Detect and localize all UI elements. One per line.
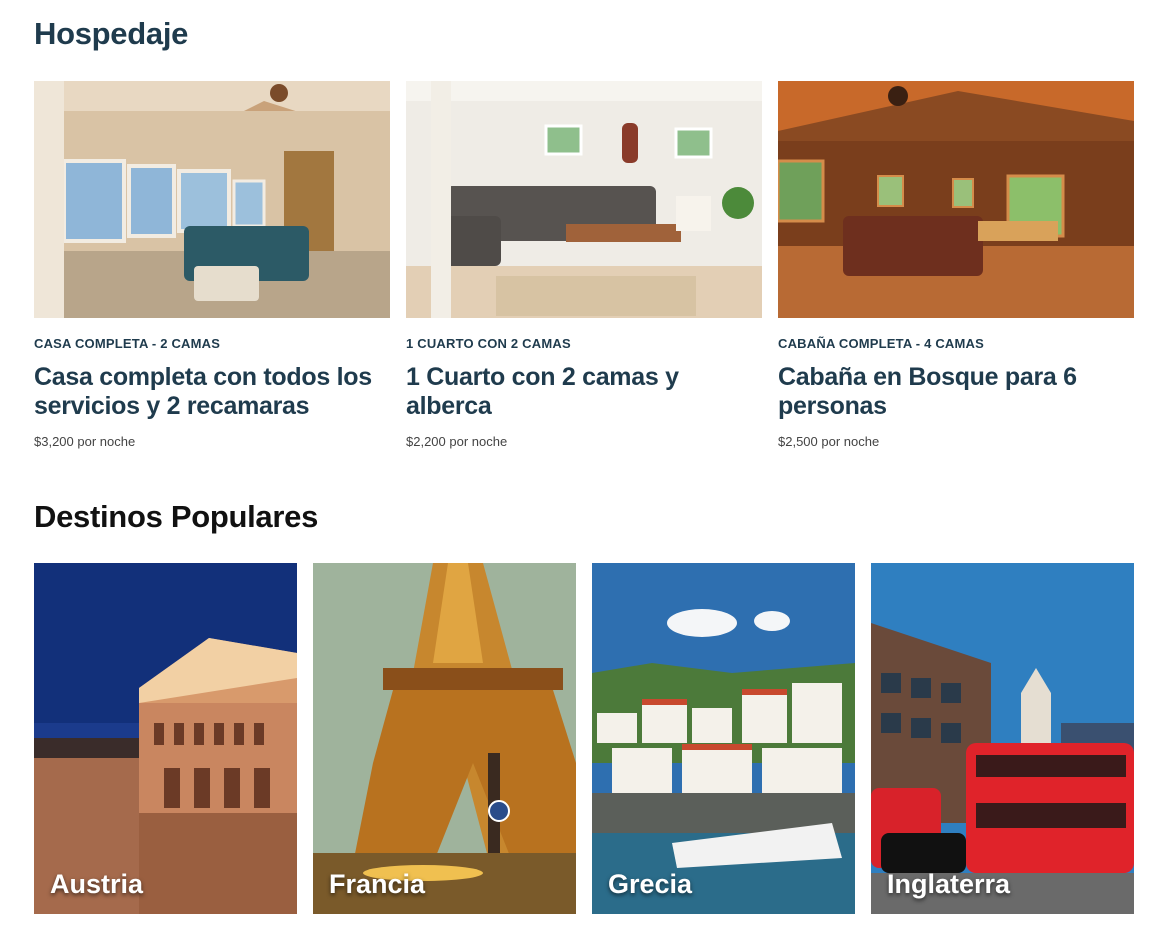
listing-type: CASA COMPLETA - 2 CAMAS [34, 336, 221, 351]
destination-card-inglaterra[interactable]: Inglaterra [871, 563, 1134, 914]
destination-card-austria[interactable]: Austria [34, 563, 297, 914]
listing-photo[interactable] [778, 81, 1134, 318]
listing-type: 1 CUARTO CON 2 CAMAS [406, 336, 571, 351]
destination-name: Francia [329, 869, 426, 899]
listing-photo[interactable] [406, 81, 762, 318]
listing-type: CABAÑA COMPLETA - 4 CAMAS [778, 336, 985, 351]
destination-photo [313, 563, 576, 914]
destination-name: Grecia [608, 869, 693, 899]
listing-photo[interactable] [34, 81, 390, 318]
listing-card[interactable]: 1 CUARTO CON 2 CAMAS 1 Cuarto con 2 cama… [406, 81, 762, 449]
destination-card-grecia[interactable]: Grecia [592, 563, 855, 914]
destination-name: Austria [50, 869, 144, 899]
listing-price: $3,200 por noche [34, 434, 136, 449]
listing-title[interactable]: 1 Cuarto con 2 camas y alberca [406, 363, 762, 421]
listing-card[interactable]: CASA COMPLETA - 2 CAMAS Casa completa co… [34, 81, 390, 449]
destination-card-francia[interactable]: Francia [313, 563, 576, 914]
destination-photo [34, 563, 297, 914]
listing-title[interactable]: Cabaña en Bosque para 6 personas [778, 363, 1134, 421]
destination-name: Inglaterra [887, 869, 1011, 899]
listing-price: $2,500 por noche [778, 434, 880, 449]
listing-card[interactable]: CABAÑA COMPLETA - 4 CAMAS Cabaña en Bosq… [778, 81, 1134, 449]
destination-photo [592, 563, 855, 914]
destination-photo [871, 563, 1134, 914]
listing-title[interactable]: Casa completa con todos los servicios y … [34, 363, 390, 421]
section-title-destinos: Destinos Populares [34, 499, 319, 534]
listing-price: $2,200 por noche [406, 434, 508, 449]
section-title-hospedaje: Hospedaje [34, 16, 189, 51]
